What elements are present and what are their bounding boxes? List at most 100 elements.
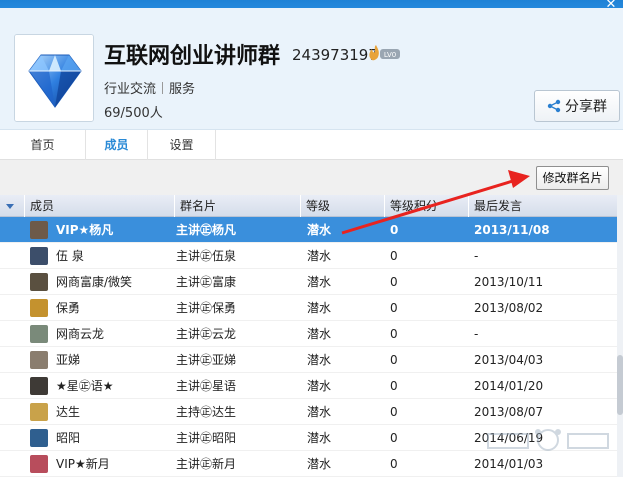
member-last-message: -: [474, 249, 479, 263]
member-group-card: 主讲㊣杨凡: [176, 223, 237, 237]
member-last-message: 2014/01/03: [474, 457, 544, 471]
member-level: 潜水: [307, 301, 332, 315]
member-table-header: 成员 群名片 等级 等级积分 最后发言: [0, 195, 623, 217]
member-nickname: VIP★新月: [56, 457, 110, 471]
member-row[interactable]: 伍 泉 主讲㊣伍泉 潜水 0 -: [0, 243, 623, 269]
member-row[interactable]: 亚娣 主讲㊣亚娣 潜水 0 2013/04/03: [0, 347, 623, 373]
member-nickname: 伍 泉: [56, 249, 84, 263]
sort-desc-icon[interactable]: [6, 204, 14, 209]
member-level-points: 0: [390, 327, 398, 341]
member-avatar: [30, 351, 48, 369]
member-table-body: VIP★杨凡 主讲㊣杨凡 潜水 0 2013/11/08 伍 泉主讲㊣伍泉 潜水 0- 网商富康…: [0, 217, 623, 477]
member-last-message: 2013/08/02: [474, 301, 544, 315]
edit-group-card-button[interactable]: 修改群名片: [536, 166, 609, 190]
member-row[interactable]: VIP★新月 主讲㊣新月 潜水 0 2014/01/03: [0, 451, 623, 477]
category-label: 行业交流: [104, 82, 157, 97]
member-level-points: 0: [390, 275, 398, 289]
member-level-points: 0: [390, 431, 398, 445]
subcategory-label: 服务: [169, 82, 196, 97]
vertical-scrollbar[interactable]: [617, 195, 623, 477]
member-last-message: 2013/11/08: [474, 223, 550, 237]
member-last-message: 2014/06/19: [474, 431, 544, 445]
member-level-points: 0: [390, 457, 398, 471]
member-last-message: 2013/10/11: [474, 275, 544, 289]
member-nickname: 网商云龙: [56, 327, 105, 341]
column-member[interactable]: 成员: [24, 195, 174, 217]
member-row[interactable]: 网商富康/微笑 主讲㊣富康 潜水 0 2013/10/11: [0, 269, 623, 295]
member-group-card: 主讲㊣星语: [176, 379, 237, 393]
group-category: 行业交流 服务: [104, 78, 195, 97]
member-nickname: 保勇: [56, 301, 81, 315]
member-level: 潜水: [307, 457, 332, 471]
member-last-message: 2013/08/07: [474, 405, 544, 419]
member-row[interactable]: 保勇 主讲㊣保勇 潜水 0 2013/08/02: [0, 295, 623, 321]
member-level-points: 0: [390, 223, 399, 237]
member-level-points: 0: [390, 301, 398, 315]
member-level: 潜水: [307, 223, 332, 237]
flame-icon: LV0: [369, 45, 400, 61]
member-last-message: 2014/01/20: [474, 379, 544, 393]
group-name: 互联网创业讲师群: [104, 44, 281, 69]
member-nickname: 达生: [56, 405, 81, 419]
column-group-card[interactable]: 群名片: [174, 195, 300, 217]
member-avatar: [30, 247, 48, 265]
member-level: 潜水: [307, 405, 332, 419]
member-group-card: 主讲㊣云龙: [176, 327, 237, 341]
member-row[interactable]: 达生 主持㊣达生 潜水 0 2013/08/07: [0, 399, 623, 425]
group-avatar: [14, 34, 94, 122]
member-avatar: [30, 403, 48, 421]
level-badge-text: LV0: [384, 51, 396, 59]
member-level: 潜水: [307, 327, 332, 341]
share-group-button[interactable]: 分享群: [534, 90, 620, 122]
member-level-points: 0: [390, 353, 398, 367]
member-level-points: 0: [390, 405, 398, 419]
member-group-card: 主讲㊣昭阳: [176, 431, 237, 445]
member-group-card: 主持㊣达生: [176, 405, 237, 419]
member-row[interactable]: 昭阳 主讲㊣昭阳 潜水 0 2014/06/19: [0, 425, 623, 451]
group-header: 互联网创业讲师群 243973197 LV0 行业交流 服务 69/500人 分享…: [0, 8, 623, 130]
member-level-points: 0: [390, 249, 398, 263]
member-level: 潜水: [307, 431, 332, 445]
tab-home[interactable]: 首页: [0, 130, 86, 160]
member-level: 潜水: [307, 353, 332, 367]
share-icon: [547, 99, 561, 113]
share-button-label: 分享群: [565, 99, 607, 115]
member-toolbar: 修改群名片: [0, 160, 623, 195]
member-nickname: 昭阳: [56, 431, 81, 445]
member-row[interactable]: ★星㊣语★ 主讲㊣星语 潜水 0 2014/01/20: [0, 373, 623, 399]
scrollbar-thumb[interactable]: [617, 355, 623, 415]
tab-settings[interactable]: 设置: [148, 130, 216, 160]
member-level: 潜水: [307, 379, 332, 393]
member-row[interactable]: VIP★杨凡 主讲㊣杨凡 潜水 0 2013/11/08: [0, 217, 623, 243]
member-nickname: 网商富康/微笑: [56, 275, 133, 289]
diamond-icon: [15, 35, 93, 121]
group-info-window: _ ✕ 互联网创业讲师群 243973197 LV0 行业交流 服务 69/50…: [0, 0, 623, 477]
member-level: 潜水: [307, 249, 332, 263]
member-level: 潜水: [307, 275, 332, 289]
member-avatar: [30, 273, 48, 291]
member-group-card: 主讲㊣保勇: [176, 301, 237, 315]
tab-bar: 首页 成员 设置: [0, 130, 623, 160]
member-group-card: 主讲㊣新月: [176, 457, 237, 471]
member-avatar: [30, 299, 48, 317]
tab-members[interactable]: 成员: [86, 130, 148, 160]
member-avatar: [30, 429, 48, 447]
column-level-points[interactable]: 等级积分: [384, 195, 468, 217]
member-last-message: 2013/04/03: [474, 353, 544, 367]
member-avatar: [30, 377, 48, 395]
member-nickname: ★星㊣语★: [56, 379, 114, 393]
member-level-points: 0: [390, 379, 398, 393]
member-group-card: 主讲㊣亚娣: [176, 353, 237, 367]
member-count: 69/500人: [104, 106, 163, 121]
member-group-card: 主讲㊣富康: [176, 275, 237, 289]
column-last-message[interactable]: 最后发言: [468, 195, 617, 217]
member-group-card: 主讲㊣伍泉: [176, 249, 237, 263]
column-level[interactable]: 等级: [300, 195, 384, 217]
member-nickname: 亚娣: [56, 353, 81, 367]
category-divider: [162, 82, 164, 94]
member-nickname: VIP★杨凡: [56, 223, 114, 237]
member-avatar: [30, 221, 48, 239]
member-avatar: [30, 455, 48, 473]
member-row[interactable]: 网商云龙 主讲㊣云龙 潜水 0 -: [0, 321, 623, 347]
member-avatar: [30, 325, 48, 343]
